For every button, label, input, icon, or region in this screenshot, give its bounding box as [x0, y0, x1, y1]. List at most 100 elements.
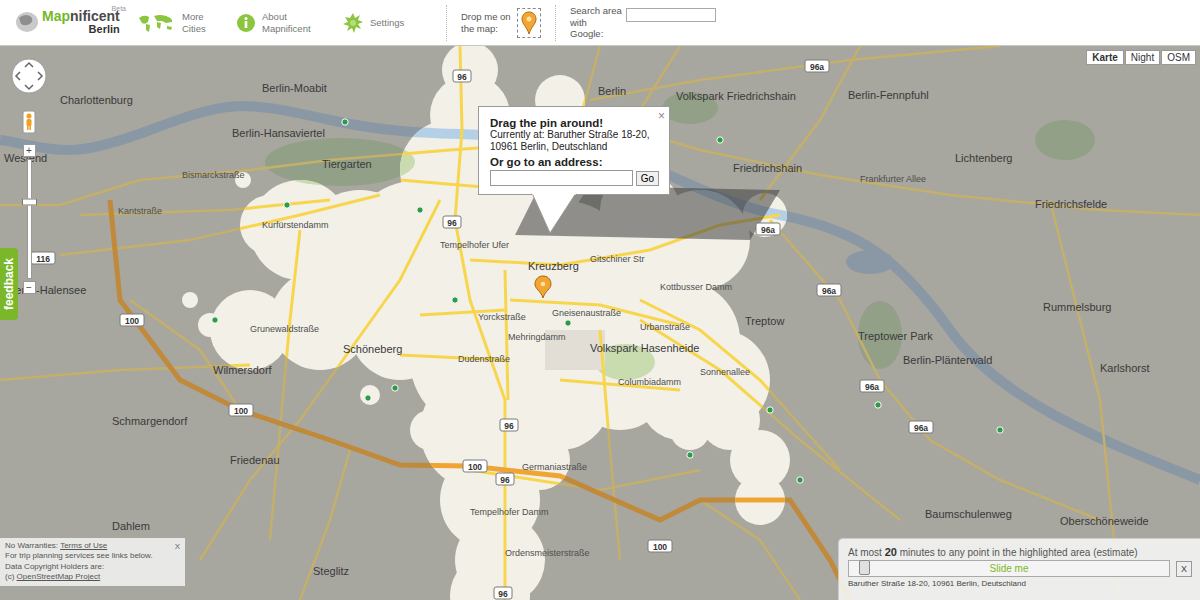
settings-icon	[342, 12, 364, 34]
address-prompt: Or go to an address:	[490, 156, 659, 168]
svg-text:116: 116	[36, 254, 50, 264]
place-label: Kreuzberg	[528, 260, 579, 272]
place-label: Berlin-Halensee	[8, 284, 86, 296]
zoom-slider[interactable]	[27, 159, 32, 279]
logo[interactable]: Mapnificent Berlin Beta	[14, 9, 114, 35]
feedback-tab[interactable]: feedback	[0, 248, 18, 320]
nav-item[interactable]: Settings	[342, 12, 432, 34]
top-bar: Mapnificent Berlin Beta More Cities Abou…	[0, 0, 1200, 46]
place-label: Lichtenberg	[955, 152, 1013, 164]
station-dot	[417, 207, 423, 213]
station-dot	[717, 137, 723, 143]
nav: More Cities About Mapnificent Settings	[136, 11, 432, 34]
pin-icon	[521, 11, 537, 35]
separator	[555, 5, 556, 41]
station-dot	[565, 320, 571, 326]
zoom-out-button[interactable]: −	[23, 281, 36, 294]
svg-text:96a: 96a	[810, 62, 824, 72]
street-label: Germaniastraße	[522, 462, 587, 472]
zoom-control: + −	[22, 144, 36, 294]
svg-text:96: 96	[500, 475, 510, 485]
nav-item[interactable]: About Mapnificent	[236, 11, 324, 34]
road-shield: 100	[463, 460, 487, 472]
place-label: Schöneberg	[343, 343, 402, 355]
close-button[interactable]: ×	[658, 109, 665, 123]
place-label: Berlin-Hansaviertel	[232, 127, 325, 139]
time-description: At most 20 minutes to any point in the h…	[848, 546, 1192, 558]
osm-link[interactable]: OpenStreetMap Project	[17, 572, 101, 581]
place-label: Berlin	[598, 85, 626, 97]
separator	[446, 5, 447, 41]
nav-item[interactable]: More Cities	[136, 11, 218, 34]
draggable-pin[interactable]	[517, 8, 541, 38]
attribution-line: For trip planning services see links bel…	[5, 551, 180, 561]
street-label: Kurfürstendamm	[262, 220, 329, 230]
road-shield: 96	[496, 473, 514, 485]
road-shield: 96	[443, 216, 461, 228]
beta-badge: Beta	[112, 5, 126, 12]
time-panel: At most 20 minutes to any point in the h…	[838, 538, 1200, 600]
app: Mapnificent Berlin Beta More Cities Abou…	[0, 0, 1200, 600]
station-dot	[392, 385, 398, 391]
svg-text:96a: 96a	[865, 382, 879, 392]
street-label: Mehringdamm	[508, 332, 566, 342]
map[interactable]: 969696969696a96a96a96a96a100100100100116…	[0, 46, 1200, 600]
place-label: Volkspark Friedrichshain	[676, 90, 796, 102]
close-button[interactable]: X	[1176, 561, 1192, 577]
place-label: Berlin-Fennpfuhl	[848, 89, 929, 101]
street-label: Gitschiner Str	[590, 254, 645, 264]
station-dot	[997, 427, 1003, 433]
street-label: Gneisenaustraße	[552, 308, 621, 318]
place-label: Treptow	[745, 315, 784, 327]
station-dot	[342, 119, 348, 125]
street-label: Kottbusser Damm	[660, 282, 732, 292]
place-label: Baumschulenweg	[925, 508, 1012, 520]
current-address: Currently at: Baruther Straße 18-20, 109…	[490, 129, 659, 153]
time-slider[interactable]: Slide me	[848, 560, 1170, 577]
start-address: Baruther Straße 18-20, 10961 Berlin, Deu…	[848, 579, 1192, 588]
place-label: Friedenau	[230, 454, 280, 466]
street-view-pegman[interactable]	[22, 110, 36, 138]
pan-control[interactable]	[11, 58, 47, 94]
close-button[interactable]: X	[175, 542, 180, 551]
search-input[interactable]	[626, 8, 716, 22]
location-pin-icon[interactable]	[535, 276, 551, 298]
place-label: Friedrichshain	[733, 162, 802, 174]
svg-text:100: 100	[653, 542, 667, 552]
map-type-button[interactable]: OSM	[1161, 50, 1196, 65]
place-label: Rummelsburg	[1043, 301, 1111, 313]
world-map-icon	[136, 12, 176, 34]
station-dot	[687, 452, 693, 458]
street-label: Columbiadamm	[618, 377, 681, 387]
attribution-line: Data Copyright Holders are:	[5, 562, 180, 572]
map-type-button[interactable]: Karte	[1086, 50, 1124, 65]
road-shield: 96a	[756, 223, 780, 235]
reachable-area	[182, 46, 790, 600]
street-label: Tempelhofer Damm	[470, 507, 549, 517]
svg-text:96: 96	[447, 218, 457, 228]
station-dot	[284, 202, 290, 208]
address-input[interactable]	[490, 170, 633, 186]
pan-arrows-icon	[11, 58, 47, 94]
road-shield: 100	[648, 540, 672, 552]
terms-link[interactable]: Terms of Use	[60, 541, 107, 550]
road-shield: 96a	[860, 380, 884, 392]
slider-thumb[interactable]	[859, 560, 870, 575]
place-label: Volkspark Hasenheide	[590, 342, 699, 354]
place-label: Oberschöneweide	[1060, 515, 1149, 527]
station-dot	[797, 477, 803, 483]
svg-text:100: 100	[234, 406, 248, 416]
street-label: Grunewaldstraße	[250, 324, 319, 334]
place-label: Wilmersdorf	[213, 364, 273, 376]
place-label: Karlshorst	[1100, 362, 1150, 374]
zoom-handle[interactable]	[22, 199, 37, 206]
zoom-in-button[interactable]: +	[23, 144, 36, 157]
place-label: Berlin-Moabit	[262, 82, 327, 94]
popup-title: Drag the pin around!	[490, 117, 659, 129]
road-shield: 96a	[805, 60, 829, 72]
search-area: Search area with Google:	[570, 5, 716, 39]
map-type-button[interactable]: Night	[1125, 50, 1160, 65]
go-button[interactable]: Go	[636, 171, 659, 186]
street-label: Sonnenallee	[700, 367, 750, 377]
place-label: Charlottenburg	[60, 94, 133, 106]
